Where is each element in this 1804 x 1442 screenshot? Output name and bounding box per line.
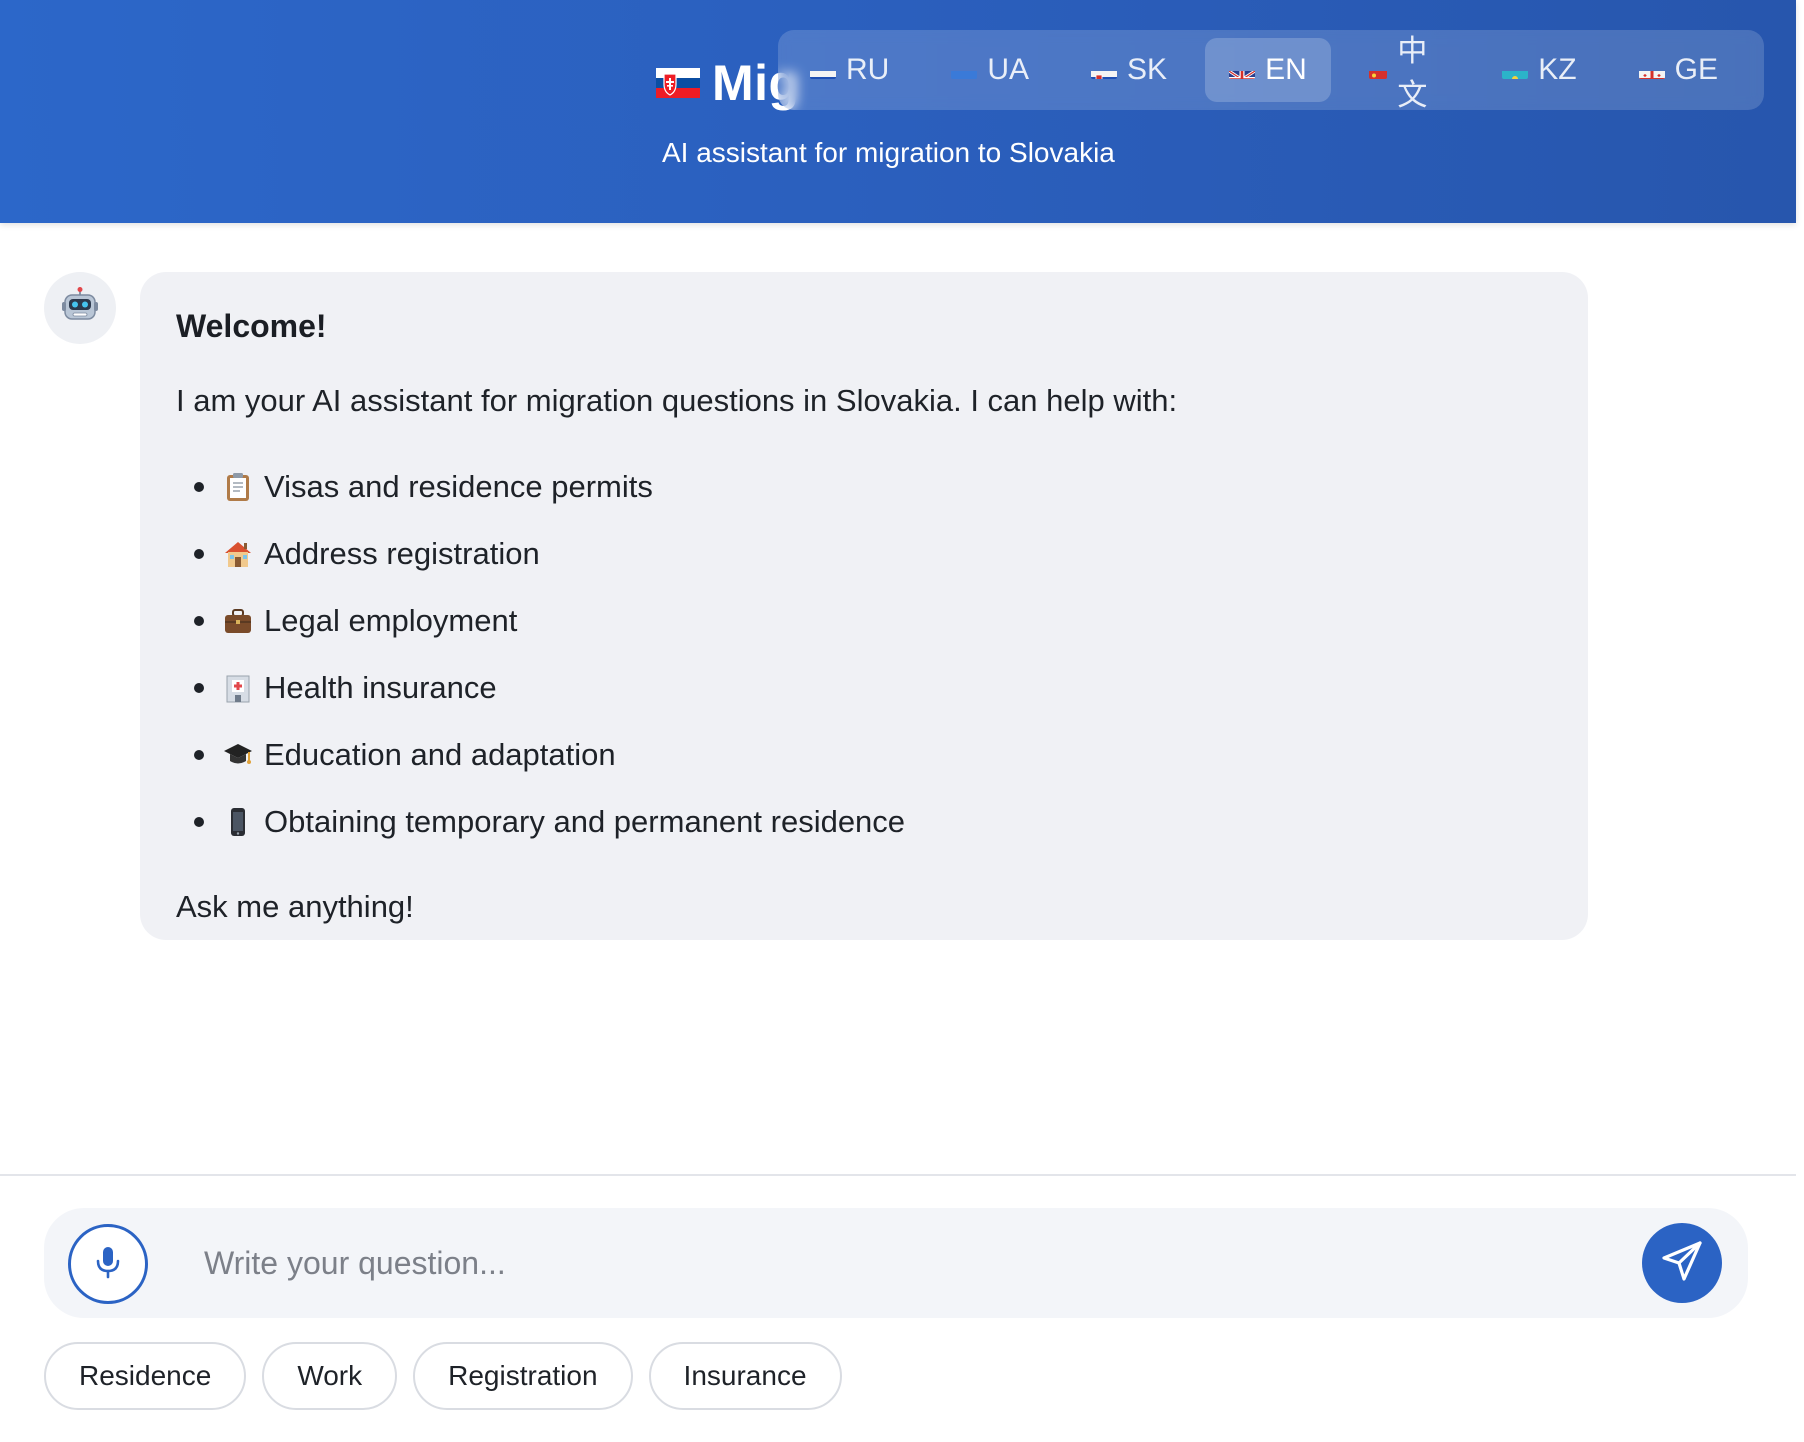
quick-reply-work[interactable]: Work <box>262 1342 398 1410</box>
georgia-flag-icon <box>1638 62 1665 79</box>
topic-label: Education and adaptation <box>264 736 616 772</box>
message-closing: Ask me anything! <box>176 889 414 924</box>
list-item: Legal employment <box>176 587 1552 654</box>
send-icon <box>1660 1239 1704 1288</box>
lang-button-en[interactable]: EN <box>1205 38 1331 102</box>
bullet <box>194 481 204 492</box>
list-item: Health insurance <box>176 654 1552 721</box>
bullet <box>194 615 204 626</box>
kazakhstan-flag-icon <box>1502 62 1529 79</box>
bullet <box>194 749 204 760</box>
ukraine-flag-icon <box>951 62 978 79</box>
composer-divider <box>0 1174 1796 1176</box>
phone-icon <box>222 806 254 838</box>
bullet <box>194 816 204 827</box>
composer <box>44 1208 1748 1318</box>
list-item: Visas and residence permits <box>176 453 1552 520</box>
china-flag-icon <box>1368 62 1388 79</box>
send-button[interactable] <box>1642 1223 1722 1303</box>
assistant-message: Welcome! I am your AI assistant for migr… <box>140 272 1588 940</box>
bullet <box>194 682 204 693</box>
bullet <box>194 548 204 559</box>
graduation-cap-icon <box>222 739 254 771</box>
hospital-icon <box>222 672 254 704</box>
list-item: Address registration <box>176 520 1552 587</box>
lang-button-sk[interactable]: SK <box>1067 38 1191 102</box>
message-intro: I am your AI assistant for migration que… <box>176 383 1178 418</box>
lang-button-ru[interactable]: RU <box>786 38 913 102</box>
lang-label: KZ <box>1538 53 1577 86</box>
house-icon <box>222 538 254 570</box>
uk-flag-icon <box>1229 62 1256 79</box>
topic-list: Visas and residence permits Address regi… <box>176 453 1552 855</box>
slovakia-flag-icon <box>1091 62 1118 79</box>
lang-label: 中文 <box>1397 35 1428 112</box>
clipboard-icon <box>222 471 254 503</box>
lang-label: RU <box>846 53 890 86</box>
question-input[interactable] <box>204 1228 1624 1298</box>
microphone-icon <box>93 1244 123 1285</box>
briefcase-icon <box>222 605 254 637</box>
lang-label: EN <box>1265 53 1307 86</box>
lang-label: SK <box>1127 53 1168 86</box>
language-selector: RU UA SK EN 中文 KZ GE <box>778 30 1764 112</box>
quick-replies: Residence Work Registration Insurance <box>44 1342 842 1410</box>
message-heading: Welcome! <box>176 308 327 344</box>
quick-reply-residence[interactable]: Residence <box>44 1342 247 1410</box>
app-header: Mig AI assistant for migration to Slovak… <box>0 0 1796 223</box>
assistant-avatar <box>44 272 116 344</box>
robot-icon <box>60 286 100 331</box>
slovakia-flag-icon <box>656 68 700 98</box>
lang-label: UA <box>987 53 1030 86</box>
lang-button-kz[interactable]: KZ <box>1478 38 1600 102</box>
app-subtitle: AI assistant for migration to Slovakia <box>662 137 1115 168</box>
lang-button-ge[interactable]: GE <box>1615 38 1742 102</box>
list-item: Obtaining temporary and permanent reside… <box>176 788 1552 855</box>
quick-reply-insurance[interactable]: Insurance <box>648 1342 842 1410</box>
topic-label: Obtaining temporary and permanent reside… <box>264 803 906 839</box>
topic-label: Address registration <box>264 535 540 571</box>
list-item: Education and adaptation <box>176 721 1552 788</box>
lang-button-zh[interactable]: 中文 <box>1345 35 1465 112</box>
topic-label: Legal employment <box>264 602 518 638</box>
topic-label: Visas and residence permits <box>264 468 653 504</box>
topic-label: Health insurance <box>264 669 497 705</box>
lang-button-ua[interactable]: UA <box>927 38 1053 102</box>
quick-reply-registration[interactable]: Registration <box>413 1342 633 1410</box>
russia-flag-icon <box>810 62 836 79</box>
microphone-button[interactable] <box>68 1224 148 1304</box>
chat-page: Mig AI assistant for migration to Slovak… <box>0 0 1804 1442</box>
lang-label: GE <box>1674 53 1718 86</box>
